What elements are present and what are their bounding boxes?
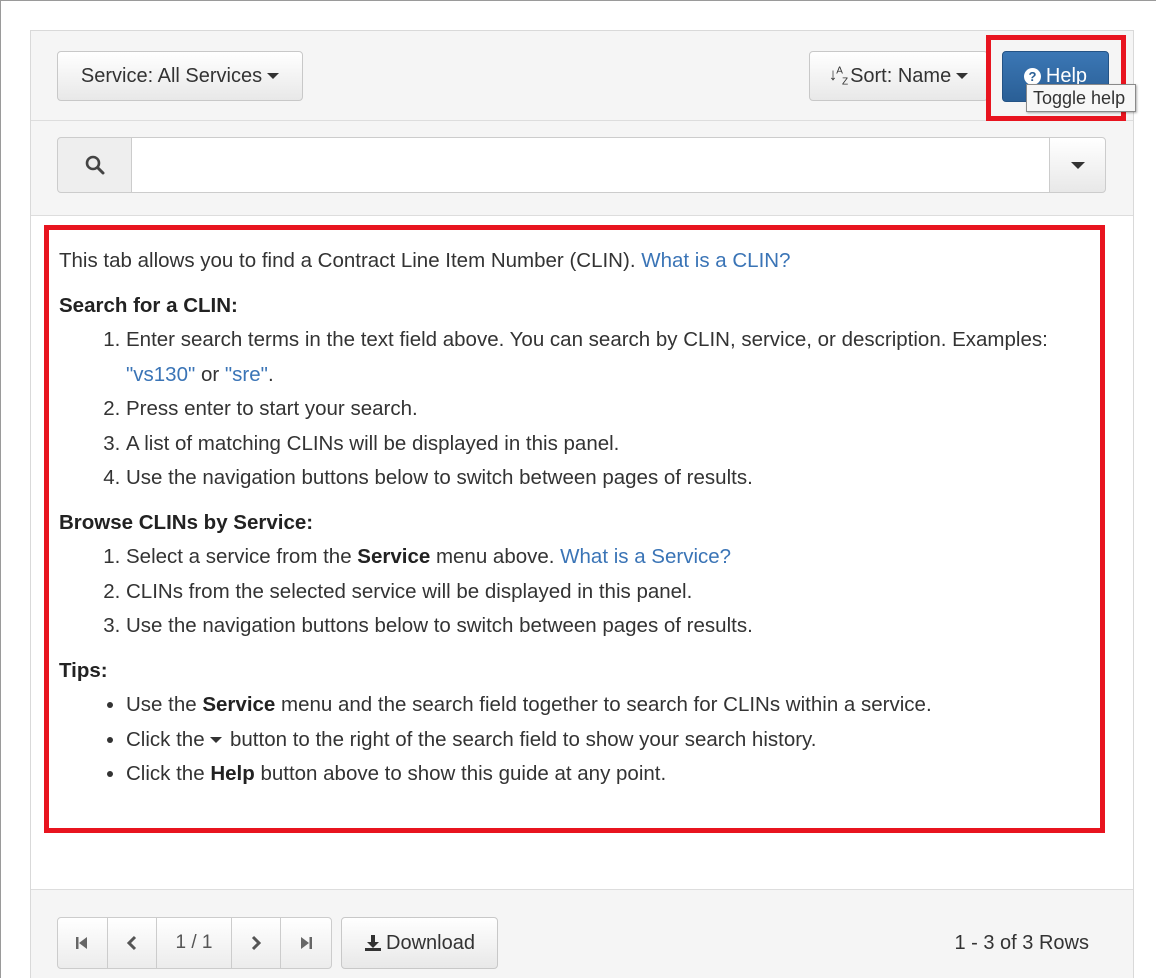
- download-button[interactable]: Download: [341, 917, 498, 969]
- prev-page-button[interactable]: [108, 918, 158, 968]
- download-label: Download: [386, 931, 475, 954]
- what-is-service-link[interactable]: What is a Service?: [560, 545, 731, 568]
- service-dropdown-label: Service: All Services: [80, 64, 263, 87]
- caret-down-icon: [956, 73, 969, 79]
- download-icon: [365, 935, 382, 951]
- list-item: Click the button to the right of the sea…: [126, 723, 1100, 758]
- caret-down-icon: [267, 73, 280, 79]
- list-item: Use the navigation buttons below to swit…: [126, 461, 1100, 496]
- tip-text: Use the: [126, 693, 203, 716]
- search-step-text: Enter search terms in the text field abo…: [126, 328, 1048, 351]
- chevron-right-icon: [251, 935, 262, 951]
- first-page-button[interactable]: [58, 918, 108, 968]
- page-indicator: 1 / 1: [157, 918, 232, 968]
- help-intro: This tab allows you to find a Contract L…: [59, 244, 1100, 279]
- search-steps-list: Enter search terms in the text field abo…: [97, 323, 1100, 496]
- browse-steps-list: Select a service from the Service menu a…: [97, 540, 1100, 644]
- next-page-button[interactable]: [232, 918, 282, 968]
- tip-text: Click the: [126, 727, 211, 751]
- help-tooltip: Toggle help: [1026, 84, 1136, 112]
- help-guide: This tab allows you to find a Contract L…: [44, 225, 1105, 833]
- help-bold-text: Help: [210, 762, 255, 785]
- list-item: Press enter to start your search.: [126, 392, 1100, 427]
- search-bar: [31, 121, 1133, 216]
- pagination-footer: 1 / 1 Download 1 - 3 of 3 Rows: [31, 889, 1133, 978]
- sort-dropdown-label: Sort: Name: [850, 64, 952, 87]
- search-step-text: .: [267, 362, 274, 386]
- service-dropdown-button[interactable]: Service: All Services: [57, 51, 303, 101]
- service-bold-text: Service: [202, 693, 276, 716]
- clin-panel: Service: All Services ↓AZ Sort: Name ? H…: [30, 30, 1134, 978]
- caret-down-icon: [1070, 161, 1085, 169]
- chevron-left-icon: [126, 935, 137, 951]
- tips-list: Use the Service menu and the search fiel…: [97, 688, 1100, 792]
- search-icon: [85, 155, 104, 175]
- list-item: Use the Service menu and the search fiel…: [126, 688, 1100, 723]
- pagination-controls: 1 / 1: [57, 917, 332, 969]
- search-input[interactable]: [131, 137, 1050, 193]
- first-page-icon: [76, 937, 88, 949]
- search-history-button[interactable]: [1049, 137, 1106, 193]
- list-item: Click the Help button above to show this…: [126, 757, 1100, 792]
- question-circle-icon: ?: [1023, 68, 1041, 85]
- sort-dropdown-button[interactable]: ↓AZ Sort: Name: [809, 51, 988, 101]
- help-intro-text: This tab allows you to find a Contract L…: [59, 249, 636, 272]
- what-is-clin-link[interactable]: What is a CLIN?: [641, 249, 790, 272]
- rows-count: 1 - 3 of 3 Rows: [954, 931, 1089, 954]
- list-item: Use the navigation buttons below to swit…: [126, 609, 1100, 644]
- search-step-text: or: [195, 362, 225, 386]
- tip-text: menu and the search field together to se…: [275, 693, 932, 716]
- toolbar: Service: All Services ↓AZ Sort: Name ? H…: [31, 31, 1133, 121]
- search-addon: [57, 137, 132, 193]
- search-heading: Search for a CLIN:: [59, 293, 238, 317]
- list-item: A list of matching CLINs will be display…: [126, 427, 1100, 462]
- browse-step-text: menu above.: [430, 545, 561, 568]
- caret-down-icon: [210, 737, 223, 744]
- list-item: CLINs from the selected service will be …: [126, 575, 1100, 610]
- sort-alpha-icon: ↓AZ: [828, 64, 848, 88]
- list-item: Select a service from the Service menu a…: [126, 540, 1100, 575]
- list-item: Enter search terms in the text field abo…: [126, 323, 1100, 392]
- service-bold-text: Service: [357, 545, 431, 568]
- tip-text: button to the right of the search field …: [224, 727, 817, 751]
- last-page-button[interactable]: [281, 918, 331, 968]
- tip-text: button above to show this guide at any p…: [254, 762, 667, 785]
- example-sre-link[interactable]: "sre": [225, 363, 268, 386]
- tip-text: Click the: [126, 762, 211, 785]
- browse-heading: Browse CLINs by Service:: [59, 510, 314, 534]
- tips-heading: Tips:: [59, 658, 108, 682]
- example-vs130-link[interactable]: "vs130": [126, 363, 195, 386]
- browse-step-text: Select a service from the: [126, 545, 358, 568]
- last-page-icon: [301, 937, 313, 949]
